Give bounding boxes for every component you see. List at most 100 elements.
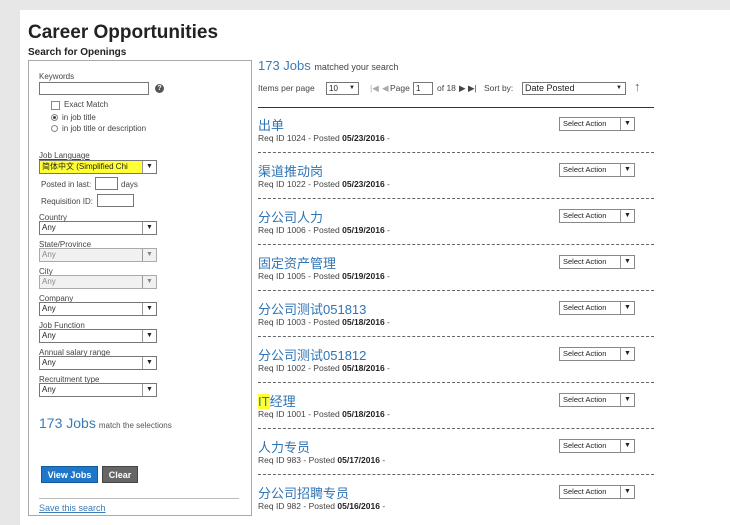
chevron-down-icon: ▼ xyxy=(142,249,156,261)
prev-page-icon[interactable]: ◀ xyxy=(382,83,389,94)
keywords-input[interactable] xyxy=(39,82,149,95)
line-suffix: - xyxy=(384,179,390,189)
salary-select[interactable]: Any ▼ xyxy=(39,356,157,370)
line-suffix: - xyxy=(384,133,390,143)
posted-prefix: - Posted xyxy=(305,271,343,281)
job-title-link[interactable]: 人力专员 xyxy=(258,437,310,456)
req-id: 1024 xyxy=(286,133,306,143)
posted-prefix: - Posted xyxy=(301,455,338,465)
state-select[interactable]: Any ▼ xyxy=(39,248,157,262)
posted-date: 05/18/2016 xyxy=(342,409,385,419)
posted-in-last-label: Posted in last: xyxy=(41,180,92,189)
posted-prefix: - Posted xyxy=(305,133,343,143)
job-language-select[interactable]: 简体中文 (Simplified Chi ▼ xyxy=(39,160,157,174)
posted-days-input[interactable] xyxy=(95,177,118,190)
select-action-dropdown[interactable]: Select Action ▼ xyxy=(559,255,635,269)
match-count: 173 Jobs match the selections xyxy=(39,415,172,431)
posted-date: 05/19/2016 xyxy=(342,225,385,235)
results-count: 173 Jobs matched your search xyxy=(258,58,398,73)
requisition-id-input[interactable] xyxy=(97,194,134,207)
line-suffix: - xyxy=(379,501,386,511)
first-page-icon[interactable]: |◀ xyxy=(370,83,379,94)
job-title-link[interactable]: 分公司招聘专员 xyxy=(258,483,349,502)
page-input[interactable]: 1 xyxy=(413,82,433,95)
page-subtitle: Search for Openings xyxy=(28,47,127,58)
select-action-label: Select Action xyxy=(563,303,607,312)
job-title-link[interactable]: IT经理 xyxy=(258,391,296,410)
job-title-link[interactable]: 出单 xyxy=(258,115,284,134)
posted-prefix: - Posted xyxy=(305,363,343,373)
select-action-label: Select Action xyxy=(563,349,607,358)
job-function-select[interactable]: Any ▼ xyxy=(39,329,157,343)
salary-value: Any xyxy=(42,358,56,367)
job-title-link[interactable]: 分公司人力 xyxy=(258,207,323,226)
items-per-page-value: 10 xyxy=(329,84,338,93)
radio-in-description-label: in job title or description xyxy=(62,124,147,133)
job-meta: Req ID 983 - Posted 05/17/2016 - xyxy=(258,455,385,465)
job-row: IT经理 Req ID 1001 - Posted 05/18/2016 - Sel… xyxy=(258,383,654,429)
requisition-id-label: Requisition ID: xyxy=(41,197,94,206)
req-prefix: Req ID xyxy=(258,225,287,235)
job-title-link[interactable]: 分公司测试051812 xyxy=(258,345,366,364)
results-count-suffix: matched your search xyxy=(314,62,399,72)
job-row: 分公司测试051812 Req ID 1002 - Posted 05/18/20… xyxy=(258,337,654,383)
job-title-link[interactable]: 固定资产管理 xyxy=(258,253,336,272)
exact-match-label: Exact Match xyxy=(64,100,109,109)
company-select[interactable]: Any ▼ xyxy=(39,302,157,316)
req-prefix: Req ID xyxy=(258,317,287,327)
select-action-dropdown[interactable]: Select Action ▼ xyxy=(559,209,635,223)
job-function-value: Any xyxy=(42,331,56,340)
radio-in-job-title-label: in job title xyxy=(62,113,96,122)
save-search-link[interactable]: Save this search xyxy=(39,503,106,513)
country-select[interactable]: Any ▼ xyxy=(39,221,157,235)
select-action-dropdown[interactable]: Select Action ▼ xyxy=(559,393,635,407)
job-language-label: Job Language xyxy=(39,151,90,160)
results-count-value: 173 Jobs xyxy=(258,58,311,73)
exact-match-checkbox[interactable] xyxy=(51,101,60,110)
job-row: 分公司测试051813 Req ID 1003 - Posted 05/18/20… xyxy=(258,291,654,337)
chevron-down-icon: ▼ xyxy=(620,486,634,498)
chevron-down-icon: ▼ xyxy=(142,161,156,173)
posted-prefix: - Posted xyxy=(301,501,338,511)
radio-in-description[interactable] xyxy=(51,125,58,132)
select-action-dropdown[interactable]: Select Action ▼ xyxy=(559,347,635,361)
items-per-page-label: Items per page xyxy=(258,83,315,93)
job-title-link[interactable]: 分公司测试051813 xyxy=(258,299,366,318)
select-action-dropdown[interactable]: Select Action ▼ xyxy=(559,485,635,499)
last-page-icon[interactable]: ▶| xyxy=(468,83,477,94)
sort-direction-icon[interactable]: ↑ xyxy=(634,79,641,94)
req-prefix: Req ID xyxy=(258,271,287,281)
job-meta: Req ID 1006 - Posted 05/19/2016 - xyxy=(258,225,390,235)
radio-in-job-title[interactable] xyxy=(51,114,58,121)
days-label: days xyxy=(121,180,138,189)
state-value: Any xyxy=(42,250,56,259)
job-title-rest: 经理 xyxy=(269,394,296,409)
line-suffix: - xyxy=(384,317,390,327)
select-action-dropdown[interactable]: Select Action ▼ xyxy=(559,301,635,315)
posted-date: 05/23/2016 xyxy=(342,133,385,143)
clear-button[interactable]: Clear xyxy=(102,466,138,483)
select-action-dropdown[interactable]: Select Action ▼ xyxy=(559,439,635,453)
job-title-link[interactable]: 渠道推动岗 xyxy=(258,161,323,180)
select-action-label: Select Action xyxy=(563,211,607,220)
help-icon[interactable]: ? xyxy=(155,84,164,93)
view-jobs-button[interactable]: View Jobs xyxy=(41,466,98,483)
recruitment-type-select[interactable]: Any ▼ xyxy=(39,383,157,397)
city-select[interactable]: Any ▼ xyxy=(39,275,157,289)
select-action-dropdown[interactable]: Select Action ▼ xyxy=(559,163,635,177)
posted-prefix: - Posted xyxy=(305,225,343,235)
chevron-down-icon: ▼ xyxy=(620,256,634,268)
match-count-suffix: match the selections xyxy=(98,421,172,430)
select-action-dropdown[interactable]: Select Action ▼ xyxy=(559,117,635,131)
items-per-page-select[interactable]: 10 ▼ xyxy=(326,82,359,95)
page-total: of 18 xyxy=(437,83,456,93)
job-meta: Req ID 1005 - Posted 05/19/2016 - xyxy=(258,271,390,281)
chevron-down-icon: ▼ xyxy=(620,440,634,452)
select-action-label: Select Action xyxy=(563,395,607,404)
chevron-down-icon: ▼ xyxy=(620,302,634,314)
sort-select[interactable]: Date Posted ▼ xyxy=(522,82,626,95)
line-suffix: - xyxy=(379,455,386,465)
chevron-down-icon: ▼ xyxy=(616,85,622,91)
keywords-label: Keywords xyxy=(39,72,75,81)
next-page-icon[interactable]: ▶ xyxy=(459,83,466,94)
